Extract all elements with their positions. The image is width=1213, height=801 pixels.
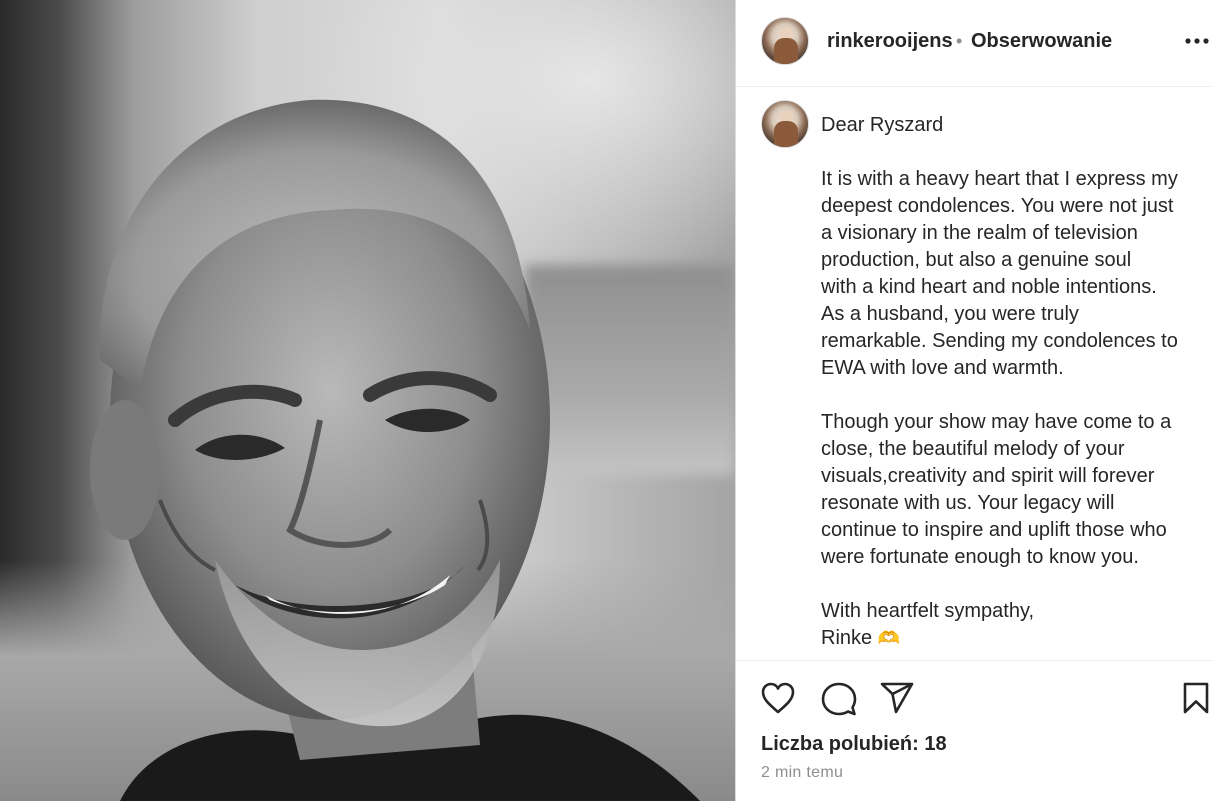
caption-greeting: Dear Ryszard (821, 114, 944, 136)
separator-dot: • (956, 31, 963, 51)
more-options-button[interactable] (1183, 28, 1211, 54)
author-avatar[interactable] (761, 17, 809, 65)
post-timestamp[interactable]: 2 min temu (761, 764, 843, 782)
paper-plane-icon (880, 682, 914, 714)
portrait-illustration (90, 99, 700, 801)
caption-paragraph-2: Though your show may have come to a clos… (821, 411, 1172, 568)
post-image[interactable] (0, 0, 735, 801)
caption-signature-line: Rinke 🫶 (821, 625, 1206, 652)
caption-text: Dear Ryszard It is with a heavy heart th… (821, 112, 1206, 652)
following-button[interactable]: Obserwowanie (971, 30, 1112, 53)
more-horizontal-icon (1185, 38, 1209, 44)
bookmark-icon (1183, 682, 1209, 714)
caption-signature: Rinke (821, 627, 873, 649)
caption-paragraph-1: It is with a heavy heart that I express … (821, 168, 1178, 379)
post-header: rinkerooijens • Obserwowanie (736, 0, 1213, 87)
save-button[interactable] (1181, 681, 1211, 720)
heart-hands-emoji: 🫶 (877, 628, 901, 648)
post-actions: Liczba polubień: 18 2 min temu (736, 660, 1213, 801)
comment-button[interactable] (821, 681, 857, 722)
share-button[interactable] (879, 681, 915, 720)
heart-icon (761, 682, 795, 714)
caption-closing: With heartfelt sympathy, (821, 600, 1035, 622)
likes-count[interactable]: Liczba polubień: 18 (761, 733, 947, 756)
comment-bubble-icon (821, 682, 857, 716)
post-sidebar: rinkerooijens • Obserwowanie Dear Ryszar… (735, 0, 1213, 801)
like-button[interactable] (760, 681, 796, 720)
author-username[interactable]: rinkerooijens (827, 30, 953, 53)
caption-avatar[interactable] (761, 100, 809, 148)
